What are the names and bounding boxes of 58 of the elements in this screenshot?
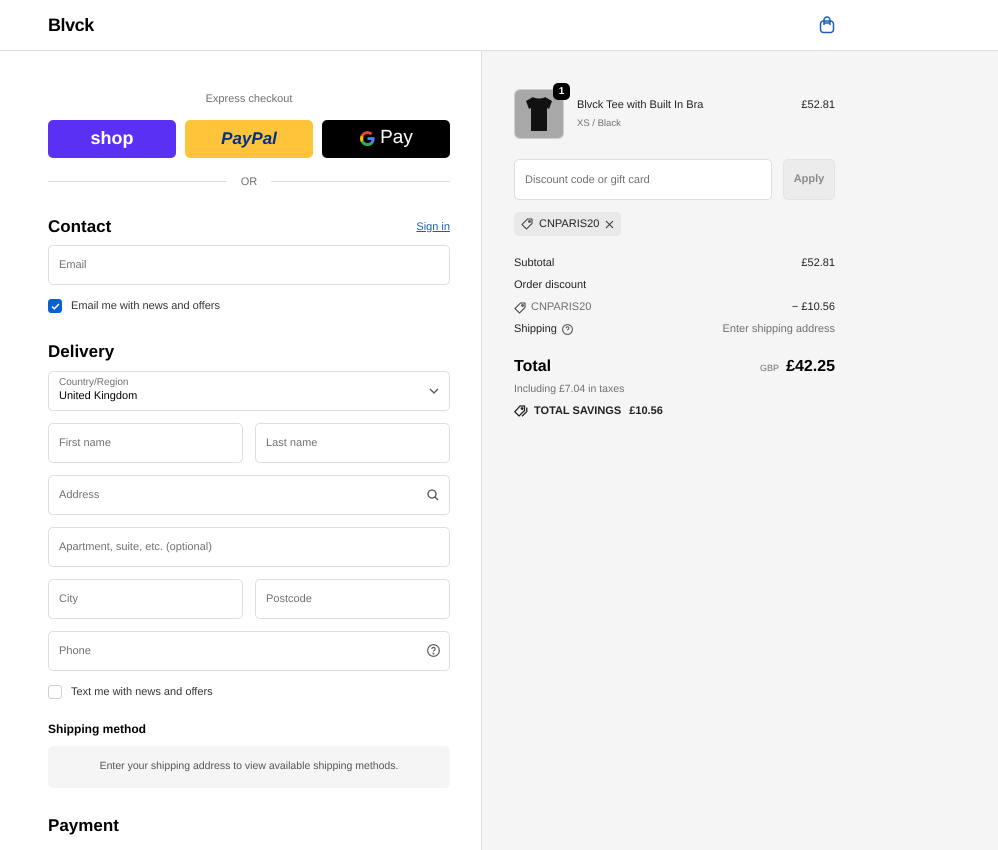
discount-code: CNPARIS20	[531, 300, 592, 316]
input-field[interactable]: First name	[48, 422, 243, 462]
savings-value: £10.56	[629, 404, 663, 419]
savings-label: TOTAL SAVINGS	[534, 404, 622, 419]
summary-value: − £10.56	[792, 300, 835, 316]
quantity-badge: 1	[553, 83, 570, 100]
product-name: Blvck Tee with Built In Bra	[577, 98, 704, 113]
help-icon[interactable]	[562, 324, 573, 335]
checkbox-label: Email me with news and offers	[71, 299, 220, 314]
info-message: Enter your shipping address to view available shipping methods.	[48, 746, 450, 788]
product-variant: XS / Black	[577, 116, 622, 130]
input-field[interactable]: Postcode	[255, 578, 450, 618]
store-logo-text[interactable]: Blvck	[48, 12, 94, 38]
section-label: Express checkout	[204, 92, 294, 107]
paypal-button[interactable]: PayPal	[185, 120, 313, 158]
summary-label: Shipping	[514, 322, 557, 338]
t-shirt-icon	[524, 96, 554, 132]
country-select[interactable]: Country/Region United Kingdom	[48, 370, 450, 410]
close-icon[interactable]	[605, 220, 614, 228]
section-heading: Payment	[48, 816, 120, 836]
tax-note: Including £7.04 in taxes	[514, 382, 626, 397]
input-field[interactable]: Apartment, suite, etc. (optional)	[48, 526, 450, 566]
summary-value: Enter shipping address	[722, 322, 835, 338]
section-heading: Shipping method	[48, 721, 147, 738]
summary-label: Order discount	[514, 278, 586, 294]
input-field[interactable]: Phone	[48, 630, 450, 670]
checkbox[interactable]	[48, 299, 62, 314]
shop-pay-button[interactable]: shop	[48, 120, 176, 158]
shopping-bag-icon[interactable]	[819, 16, 835, 34]
total-value: £42.25	[786, 357, 835, 377]
checkbox-label: Text me with news and offers	[71, 684, 213, 700]
checkmark-icon	[50, 302, 60, 310]
discount-code: CNPARIS20	[539, 216, 600, 232]
search-icon	[427, 488, 439, 500]
input-field[interactable]: City	[48, 578, 243, 618]
chevron-down-icon	[429, 388, 439, 394]
input-field[interactable]: Address	[48, 474, 450, 514]
help-icon[interactable]	[427, 644, 440, 656]
tag-icon	[521, 218, 533, 230]
field-label: Country/Region	[59, 377, 130, 390]
product-price: £52.81	[801, 98, 835, 113]
discount-field[interactable]: Discount code or gift card	[515, 160, 771, 199]
sign-in-link[interactable]: Sign in	[416, 218, 450, 235]
g-logo-icon	[359, 130, 376, 147]
google-pay-button[interactable]: Pay	[322, 120, 450, 158]
summary-label: Subtotal	[514, 256, 554, 272]
summary-value: £52.81	[801, 256, 835, 272]
input-field[interactable]: Email	[48, 245, 450, 285]
input-field[interactable]: Last name	[255, 422, 450, 462]
tags-icon	[514, 405, 528, 417]
section-heading: Contact	[48, 218, 112, 235]
tag-icon	[514, 302, 526, 314]
total-label: Total	[514, 357, 552, 377]
checkbox[interactable]	[48, 684, 62, 699]
divider-label: OR	[240, 174, 258, 190]
section-heading: Delivery	[48, 342, 116, 360]
field-value: United Kingdom	[59, 390, 138, 404]
currency-code: GBP	[760, 362, 780, 375]
